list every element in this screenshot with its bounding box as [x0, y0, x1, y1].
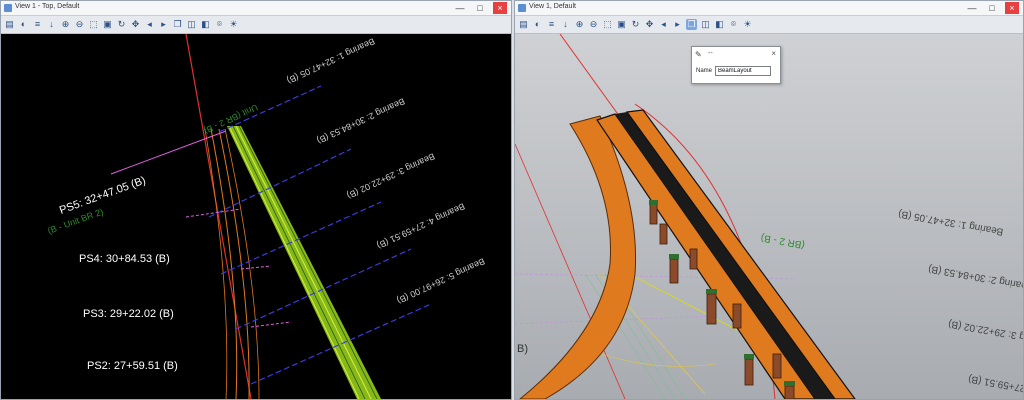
- view-1-title: View 1 - Top, Default: [15, 3, 80, 10]
- rendered-3d-drawing: (BR 2 - B) Bearing 1: 32+47.05 (B) Beari…: [515, 33, 1023, 399]
- fit-view-icon[interactable]: ▣: [616, 19, 627, 30]
- display-style-icon[interactable]: ◐: [18, 19, 29, 30]
- view-icon: [4, 4, 12, 12]
- view-previous-icon[interactable]: ◂: [658, 19, 669, 30]
- view-next-icon[interactable]: ▸: [158, 19, 169, 30]
- camera-icon[interactable]: ⌾: [214, 19, 225, 30]
- fit-view-icon[interactable]: ▣: [102, 19, 113, 30]
- view-1-titlebar[interactable]: View 1 - Top, Default — □ ×: [1, 1, 511, 16]
- zoom-out-icon[interactable]: ⊖: [74, 19, 85, 30]
- display-style-icon[interactable]: ◐: [532, 19, 543, 30]
- iso-view-canvas[interactable]: (BR 2 - B) Bearing 1: 32+47.05 (B) Beari…: [515, 33, 1023, 399]
- close-button[interactable]: ×: [493, 2, 507, 14]
- label-partial: B): [517, 343, 528, 355]
- view-2-window[interactable]: View 1, Default — □ × ▤ ◐ ≡ ↓ ⊕ ⊖ ⬚ ▣ ↻ …: [514, 0, 1024, 400]
- copy-view-icon[interactable]: ❐: [172, 19, 183, 30]
- levels-icon[interactable]: ≡: [32, 19, 43, 30]
- clip-volume-icon[interactable]: ◫: [186, 19, 197, 30]
- zoom-in-icon[interactable]: ⊕: [574, 19, 585, 30]
- copy-view-icon[interactable]: ❐: [686, 19, 697, 30]
- clip-mask-icon[interactable]: ◧: [200, 19, 211, 30]
- dialog-close-button[interactable]: ×: [771, 49, 776, 58]
- label-ps3: PS3: 29+22.02 (B): [83, 308, 174, 320]
- top-view-canvas[interactable]: PS5: 32+47.05 (B) (B - Unit BR 2) PS4: 3…: [1, 33, 511, 399]
- name-label: Name: [696, 68, 713, 74]
- label-ps2: PS2: 27+59.51 (B): [87, 360, 178, 372]
- close-button[interactable]: ×: [1005, 2, 1019, 14]
- update-icon[interactable]: ↓: [560, 19, 571, 30]
- window-area-icon[interactable]: ⬚: [88, 19, 99, 30]
- minimize-button[interactable]: —: [453, 2, 467, 14]
- window-area-icon[interactable]: ⬚: [602, 19, 613, 30]
- label-ps4: PS4: 30+84.53 (B): [79, 253, 170, 265]
- update-icon[interactable]: ↓: [46, 19, 57, 30]
- view-2-title: View 1, Default: [529, 3, 576, 10]
- zoom-out-icon[interactable]: ⊖: [588, 19, 599, 30]
- clip-mask-icon[interactable]: ◧: [714, 19, 725, 30]
- view-previous-icon[interactable]: ◂: [144, 19, 155, 30]
- view-icon: [518, 4, 526, 12]
- cad-top-drawing: PS5: 32+47.05 (B) (B - Unit BR 2) PS4: 3…: [1, 33, 511, 399]
- zoom-in-icon[interactable]: ⊕: [60, 19, 71, 30]
- rotate-view-icon[interactable]: ↻: [116, 19, 127, 30]
- minimize-button[interactable]: —: [965, 2, 979, 14]
- render-icon[interactable]: ☀: [742, 19, 753, 30]
- name-input[interactable]: [715, 66, 771, 76]
- pan-view-icon[interactable]: ✥: [130, 19, 141, 30]
- pan-view-icon[interactable]: ✥: [644, 19, 655, 30]
- view-2-toolbar: ▤ ◐ ≡ ↓ ⊕ ⊖ ⬚ ▣ ↻ ✥ ◂ ▸ ❐ ◫ ◧ ⌾ ☀: [515, 16, 1023, 34]
- render-icon[interactable]: ☀: [228, 19, 239, 30]
- levels-icon[interactable]: ≡: [546, 19, 557, 30]
- pencil-icon: ✎: [695, 50, 702, 59]
- view-1-toolbar: ▤ ◐ ≡ ↓ ⊕ ⊖ ⬚ ▣ ↻ ✥ ◂ ▸ ❐ ◫ ◧ ⌾ ☀: [1, 16, 511, 34]
- name-dialog[interactable]: ✎ -- × Name: [691, 46, 781, 84]
- view-2-titlebar[interactable]: View 1, Default — □ ×: [515, 1, 1023, 16]
- view-attributes-icon[interactable]: ▤: [4, 19, 15, 30]
- maximize-button[interactable]: □: [473, 2, 487, 14]
- maximize-button[interactable]: □: [985, 2, 999, 14]
- dialog-title: --: [708, 50, 713, 57]
- rotate-view-icon[interactable]: ↻: [630, 19, 641, 30]
- view-attributes-icon[interactable]: ▤: [518, 19, 529, 30]
- view-next-icon[interactable]: ▸: [672, 19, 683, 30]
- camera-icon[interactable]: ⌾: [728, 19, 739, 30]
- clip-volume-icon[interactable]: ◫: [700, 19, 711, 30]
- view-1-window[interactable]: View 1 - Top, Default — □ × ▤ ◐ ≡ ↓ ⊕ ⊖ …: [0, 0, 512, 400]
